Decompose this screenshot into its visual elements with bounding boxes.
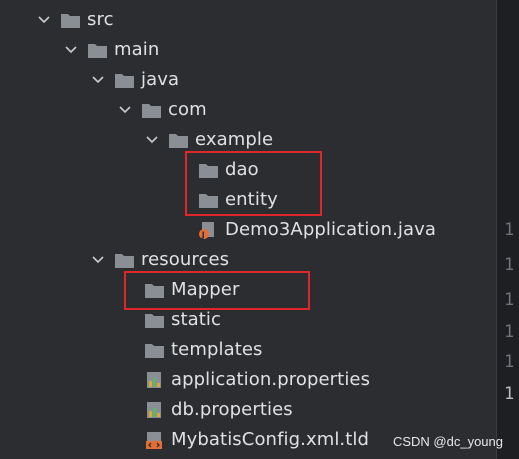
tree-item-mybatisconfig[interactable]: MybatisConfig.xml.tld	[144, 425, 369, 455]
tree-item-demo3application[interactable]: J Demo3Application.java	[198, 215, 436, 245]
tree-item-com[interactable]: com	[117, 95, 207, 125]
project-tree: src main java com example dao entity J D…	[0, 0, 496, 459]
svg-text:J: J	[201, 231, 205, 240]
folder-icon	[168, 131, 189, 149]
tree-item-label: com	[168, 99, 207, 120]
tree-item-label: MybatisConfig.xml.tld	[171, 429, 370, 450]
highlight-box-mapper	[124, 271, 310, 310]
folder-icon	[114, 251, 135, 269]
chevron-down-icon[interactable]	[90, 72, 106, 88]
folder-icon	[141, 101, 162, 119]
chevron-down-icon[interactable]	[63, 42, 79, 58]
folder-icon	[87, 41, 108, 59]
java-file-icon: J	[198, 221, 219, 239]
tree-item-db-properties[interactable]: db.properties	[144, 395, 293, 425]
highlight-box-dao-entity	[185, 151, 322, 216]
folder-icon	[114, 71, 135, 89]
folder-icon	[144, 311, 165, 329]
folder-icon	[60, 11, 81, 29]
properties-file-icon	[144, 401, 165, 419]
chevron-down-icon[interactable]	[90, 252, 106, 268]
watermark: CSDN @dc_young	[392, 434, 503, 449]
tree-item-label: Demo3Application.java	[225, 219, 437, 240]
tree-item-label: java	[141, 69, 180, 90]
chevron-down-icon[interactable]	[117, 102, 133, 118]
line-number: 1	[504, 290, 515, 310]
tree-item-java[interactable]: java	[90, 65, 179, 95]
tree-item-label: src	[87, 9, 114, 30]
tree-item-application-properties[interactable]: application.properties	[144, 365, 370, 395]
xml-file-icon	[144, 431, 165, 449]
folder-icon	[144, 341, 165, 359]
properties-file-icon	[144, 371, 165, 389]
line-number: 1	[504, 322, 515, 342]
line-number: 1	[504, 384, 515, 404]
tree-item-main[interactable]: main	[63, 35, 159, 65]
chevron-down-icon[interactable]	[144, 132, 160, 148]
chevron-down-icon[interactable]	[36, 12, 52, 28]
tree-item-label: application.properties	[171, 369, 371, 390]
line-number: 1	[504, 352, 515, 372]
tree-item-label: main	[114, 39, 160, 60]
tree-item-label: db.properties	[171, 399, 293, 420]
tree-item-label: templates	[171, 339, 263, 360]
tree-item-templates[interactable]: templates	[144, 335, 263, 365]
tree-item-src[interactable]: src	[36, 5, 114, 35]
line-number: 1	[504, 255, 515, 275]
line-number: 1	[504, 220, 515, 240]
